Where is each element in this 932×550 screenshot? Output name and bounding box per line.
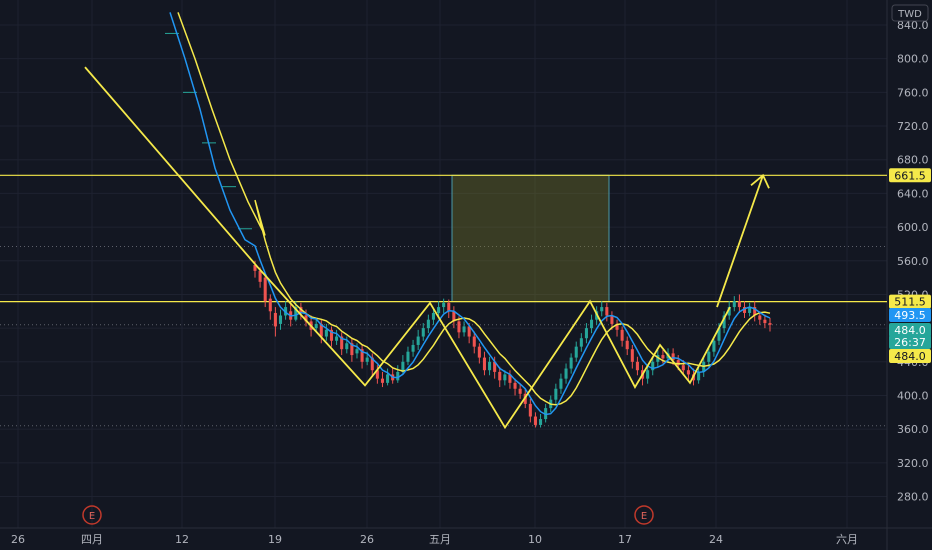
candle-body — [431, 312, 435, 320]
earnings-marker-label: E — [641, 511, 647, 522]
target-box — [451, 174, 610, 303]
candle-body — [324, 329, 328, 337]
candle-body — [528, 403, 532, 417]
earnings-marker-label: E — [89, 511, 95, 522]
candle-body — [533, 416, 537, 425]
candle-body — [278, 315, 283, 324]
candle-body — [386, 374, 390, 383]
candle-body — [335, 336, 339, 341]
candle-body — [768, 323, 772, 325]
time-tick-label: 17 — [618, 533, 632, 546]
price-tick-label: 400.0 — [897, 389, 929, 402]
candle-body — [345, 343, 349, 350]
candle-body — [488, 361, 492, 371]
time-tick-label: 12 — [175, 533, 189, 546]
price-tick-label: 760.0 — [897, 86, 929, 99]
candle-body — [258, 270, 262, 282]
candle-body — [554, 388, 558, 400]
target-box-layer — [451, 174, 610, 303]
chart-container[interactable]: 280.0320.0360.0400.0440.0480.0520.0560.0… — [0, 0, 932, 550]
time-tick-label: 五月 — [429, 533, 451, 546]
candle-body — [630, 349, 634, 362]
candle-body — [416, 336, 420, 345]
price-tick-label: 640.0 — [897, 187, 929, 200]
price-tick-label: 800.0 — [897, 53, 929, 66]
price-tick-label: 720.0 — [897, 120, 929, 133]
candle-body — [661, 355, 665, 359]
candle-body — [442, 302, 446, 308]
price-tag-label: 484.0 — [894, 350, 926, 363]
candle-body — [365, 357, 369, 362]
candle-body — [763, 319, 767, 324]
candle-body — [447, 302, 451, 312]
candle-body — [482, 357, 486, 371]
price-tag-label: 26:37 — [894, 336, 926, 349]
candle-body — [539, 419, 543, 425]
time-tick-label: 六月 — [836, 533, 858, 546]
candle-body — [355, 349, 359, 354]
time-tick-label: 26 — [11, 533, 25, 546]
candle-body — [314, 323, 318, 329]
candle-body — [559, 378, 563, 389]
candle-body — [513, 382, 517, 389]
candle-body — [697, 371, 701, 381]
candle-body — [380, 378, 385, 383]
candle-body — [421, 328, 425, 337]
candle-body — [273, 312, 277, 327]
time-tick-label: 26 — [360, 533, 374, 546]
candle-body — [437, 307, 441, 313]
time-tick-label: 四月 — [81, 533, 103, 546]
price-tick-label: 680.0 — [897, 154, 929, 167]
price-tick-label: 280.0 — [897, 491, 929, 504]
price-tick-label: 360.0 — [897, 423, 929, 436]
candle-body — [263, 277, 267, 302]
price-axis[interactable]: 280.0320.0360.0400.0440.0480.0520.0560.0… — [897, 19, 929, 504]
candle-body — [600, 307, 604, 312]
candle-body — [411, 344, 415, 352]
price-tag-label: 661.5 — [894, 169, 926, 182]
candle-body — [610, 315, 614, 324]
time-tick-label: 19 — [268, 533, 282, 546]
candle-body — [620, 329, 624, 341]
candle-body — [564, 368, 568, 379]
candle-body — [686, 370, 690, 375]
candle-body — [472, 336, 476, 347]
candle-body — [574, 346, 578, 358]
time-tick-label: 24 — [709, 533, 723, 546]
candle-body — [579, 338, 583, 347]
candle-body — [462, 326, 466, 333]
candle-body — [498, 371, 502, 381]
candle-body — [569, 357, 573, 369]
candle-body — [518, 388, 522, 394]
candle-body — [268, 298, 272, 312]
candle-body — [646, 370, 650, 379]
candle-body — [732, 301, 736, 308]
candle-body — [406, 351, 410, 362]
price-tick-label: 600.0 — [897, 221, 929, 234]
price-tag-label: 511.5 — [894, 296, 926, 309]
candle-body — [584, 328, 588, 339]
price-tick-label: 560.0 — [897, 255, 929, 268]
currency-label: TWD — [897, 9, 922, 20]
candle-body — [457, 321, 461, 333]
candle-body — [707, 351, 711, 362]
time-tick-label: 10 — [528, 533, 542, 546]
price-tick-label: 320.0 — [897, 457, 929, 470]
candle-body — [426, 319, 430, 329]
candle-body — [758, 315, 762, 320]
candlestick-chart[interactable]: 280.0320.0360.0400.0440.0480.0520.0560.0… — [0, 0, 932, 550]
candle-body — [605, 307, 609, 316]
candle-body — [737, 301, 741, 308]
candle-body — [681, 365, 685, 371]
candle-body — [477, 346, 481, 358]
price-tag-label: 493.5 — [894, 309, 926, 322]
candle-body — [625, 340, 629, 350]
candle-body — [635, 361, 639, 371]
candle-body — [590, 319, 594, 329]
candle-body — [503, 374, 507, 381]
candle-body — [712, 340, 716, 352]
